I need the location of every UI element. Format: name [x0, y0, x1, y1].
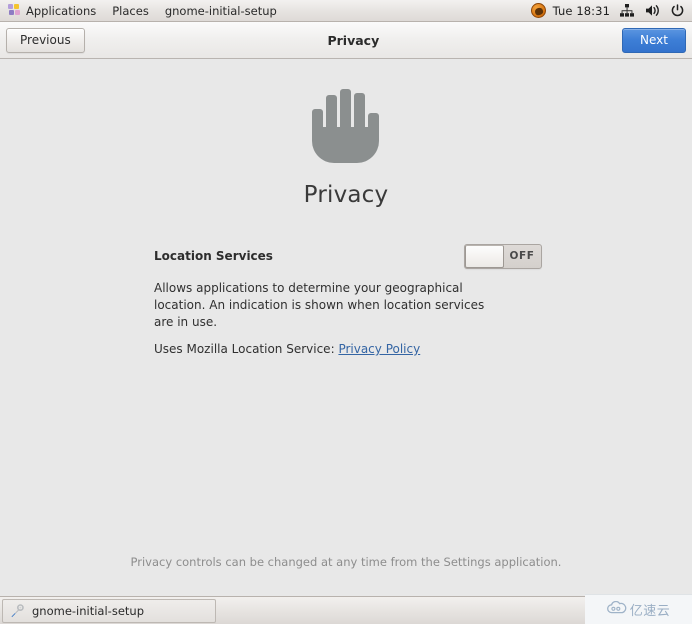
privacy-settings-panel: Location Services OFF Allows application…	[154, 243, 542, 356]
toggle-knob	[465, 244, 504, 268]
privacy-heading: Privacy	[303, 182, 389, 208]
menu-places[interactable]: Places	[104, 0, 157, 21]
top-panel: Applications Places gnome-initial-setup …	[0, 0, 692, 22]
top-panel-right: Tue 18:31	[530, 0, 692, 21]
cloud-icon	[606, 600, 627, 618]
active-window-title[interactable]: gnome-initial-setup	[157, 0, 285, 21]
hand-icon	[306, 87, 386, 167]
privacy-policy-link[interactable]: Privacy Policy	[338, 342, 420, 356]
content-area: Privacy Location Services OFF Allows app…	[0, 60, 692, 596]
assistant-header-bar: Previous Privacy Next	[0, 22, 692, 59]
menu-applications-label: Applications	[26, 3, 97, 18]
power-icon[interactable]	[671, 4, 684, 17]
network-icon[interactable]	[620, 4, 634, 17]
next-button[interactable]: Next	[622, 27, 686, 53]
active-window-label: gnome-initial-setup	[164, 3, 277, 18]
clock-label[interactable]: Tue 18:31	[553, 4, 610, 18]
gnome-initial-setup-icon	[10, 603, 24, 618]
previous-button[interactable]: Previous	[6, 27, 85, 53]
location-services-row: Location Services OFF	[154, 243, 542, 269]
taskbar-item-gnome-initial-setup[interactable]: gnome-initial-setup	[2, 598, 216, 623]
user-avatar-icon[interactable]	[530, 3, 546, 18]
location-services-label: Location Services	[154, 249, 273, 263]
hero-icon-wrap	[0, 87, 692, 167]
system-tray	[620, 4, 684, 17]
privacy-policy-prefix: Uses Mozilla Location Service:	[154, 342, 335, 356]
watermark-text: 亿速云	[629, 604, 671, 619]
applications-icon	[8, 4, 21, 17]
volume-icon[interactable]	[645, 4, 660, 17]
location-services-toggle[interactable]: OFF	[464, 243, 542, 269]
privacy-policy-line: Uses Mozilla Location Service: Privacy P…	[154, 342, 542, 356]
footer-note: Privacy controls can be changed at any t…	[130, 555, 562, 569]
location-services-description: Allows applications to determine your ge…	[154, 281, 485, 329]
toggle-state-label: OFF	[509, 250, 535, 262]
taskbar-item-label: gnome-initial-setup	[32, 603, 144, 618]
top-panel-left: Applications Places gnome-initial-setup	[0, 0, 285, 21]
menu-applications[interactable]: Applications	[0, 0, 104, 21]
menu-places-label: Places	[112, 3, 149, 18]
watermark: 亿速云	[585, 594, 692, 624]
page-title: Privacy	[327, 32, 380, 48]
